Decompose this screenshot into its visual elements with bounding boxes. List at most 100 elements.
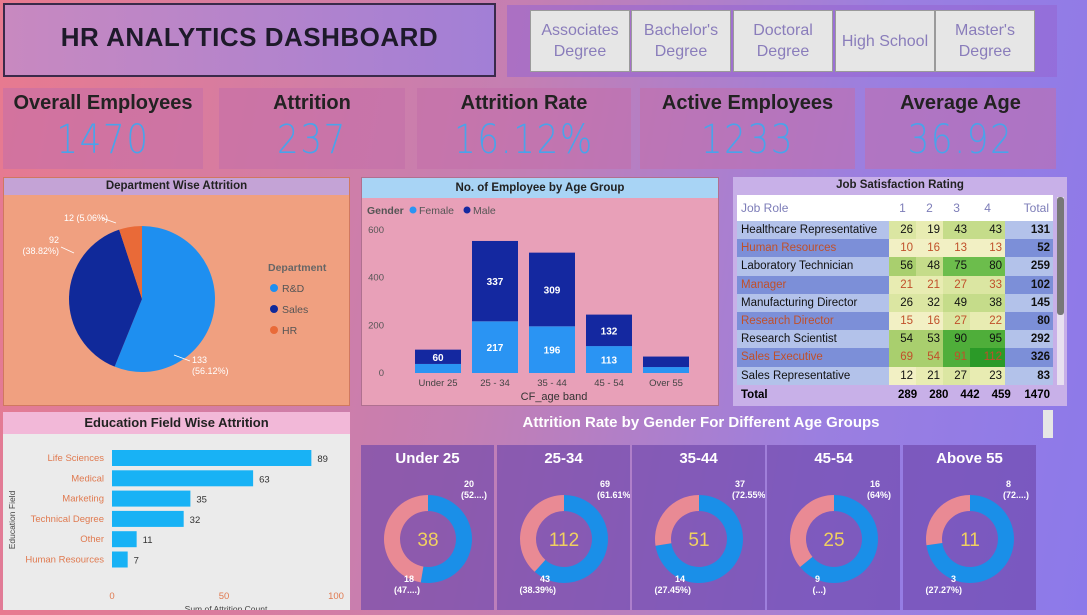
donut-data-label: 14 [675, 574, 685, 584]
donut-data-label: (61.61%) [597, 490, 630, 500]
bar-data-label: 32 [190, 515, 201, 526]
legend-label: Sales [282, 304, 308, 316]
kpi-attrition-rate: Attrition Rate 16.12% [417, 88, 631, 169]
gender-donut-chart: 11 8(72....) 3(27.27%) [925, 479, 1029, 595]
matrix-value-cell: 53 [916, 330, 944, 349]
education-bar[interactable] [112, 531, 137, 548]
education-attrition-panel: Education Field Wise Attrition Life Scie… [3, 412, 350, 614]
slicer-associates-degree[interactable]: Associates Degree [530, 10, 630, 72]
matrix-column-header[interactable]: 3 [943, 195, 971, 221]
total-label: Total [737, 385, 889, 404]
x-tick-label: 50 [219, 591, 230, 602]
x-axis-label: Sum of Attrition Count [185, 604, 268, 610]
bar-female[interactable] [643, 367, 689, 373]
donut-card: 35-44 51 37 (72.55%) 14 (27.45%) [632, 445, 769, 610]
education-bar[interactable] [112, 551, 128, 568]
scroll-handle[interactable] [1043, 410, 1053, 438]
matrix-row: Manager 21 21 27 33 102 [737, 275, 1053, 294]
matrix-scrollbar[interactable] [1057, 197, 1064, 385]
donut-data-label: (47....) [394, 585, 420, 595]
donut-data-label: 20 [464, 479, 474, 489]
bar-data-label: 217 [487, 343, 504, 354]
kpi-value: 1470 [56, 117, 150, 163]
education-bar[interactable] [112, 450, 312, 466]
legend-title: Gender [367, 205, 404, 217]
matrix-row: Laboratory Technician 56 48 75 80 259 [737, 257, 1053, 276]
matrix-value-cell: 32 [916, 293, 944, 312]
donut-data-label: 9 [815, 574, 820, 584]
department-attrition-panel: Department Wise Attrition 133 (56.12%) 92(… [3, 177, 350, 406]
bar-data-label: 113 [601, 356, 618, 367]
bar-data-label: 337 [487, 277, 504, 288]
matrix-value-cell: 38 [970, 293, 1006, 312]
matrix-column-header[interactable]: 4 [970, 195, 1006, 221]
total-value-cell: 442 [951, 385, 983, 404]
donut-data-label: 8 [1006, 479, 1011, 489]
legend-marker [270, 326, 278, 334]
matrix-value-cell: 23 [970, 366, 1006, 385]
donut-data-label: 69 [600, 479, 610, 489]
pie-data-label: 133 [192, 355, 207, 365]
donut-data-label: 43 [540, 574, 550, 584]
scrollbar-thumb[interactable] [1057, 197, 1064, 315]
slicer-bachelors-degree[interactable]: Bachelor's Degree [631, 10, 731, 72]
matrix-row: Sales Executive 69 54 91 112 326 [737, 348, 1053, 367]
legend-label: HR [282, 325, 298, 337]
donut-center-total: 112 [549, 530, 579, 551]
education-slicer: Associates Degree Bachelor's Degree Doct… [507, 5, 1057, 77]
kpi-active-employees: Active Employees 1233 [640, 88, 855, 169]
matrix-value-cell: 26 [889, 221, 917, 240]
y-tick-label: 0 [379, 368, 384, 379]
donut-center-total: 38 [417, 530, 438, 551]
x-tick-label: 25 - 34 [480, 378, 510, 389]
donut-center-total: 25 [823, 530, 844, 551]
bar-data-label: 132 [601, 326, 618, 337]
matrix-value-cell: 95 [970, 330, 1006, 349]
matrix-value-cell: 13 [970, 239, 1006, 258]
donut-center-total: 11 [960, 530, 980, 551]
legend-label: R&D [282, 283, 305, 295]
kpi-value: 16.12% [454, 117, 594, 163]
matrix-value-cell: 19 [916, 221, 944, 240]
matrix-column-header[interactable]: Total [1005, 195, 1053, 221]
education-bar[interactable] [112, 470, 254, 487]
department-pie-chart: 133(56.12%) 92(38.82%) 12 (5.06%) Departmen… [22, 213, 327, 376]
job-role-cell: Sales Executive [737, 348, 889, 367]
matrix-value-cell: 83 [1005, 366, 1053, 385]
bar-male[interactable] [643, 356, 689, 368]
legend-marker [463, 206, 471, 214]
kpi-label: Active Employees [661, 92, 834, 114]
kpi-overall-employees: Overall Employees 1470 [3, 88, 203, 169]
matrix-value-cell: 48 [916, 257, 944, 276]
legend-label: Female [419, 205, 454, 217]
matrix-column-header[interactable]: 1 [889, 195, 917, 221]
bar-female[interactable] [415, 363, 461, 373]
matrix-value-cell: 102 [1005, 275, 1053, 294]
donut-data-label: (64%) [867, 490, 891, 500]
education-bar[interactable] [112, 510, 184, 527]
matrix-value-cell: 54 [916, 348, 944, 367]
x-tick-label: Over 55 [649, 378, 683, 389]
matrix-column-header[interactable]: 2 [916, 195, 944, 221]
matrix-value-cell: 26 [889, 293, 917, 312]
matrix-value-cell: 90 [943, 330, 971, 349]
education-bar[interactable] [112, 490, 191, 507]
matrix-value-cell: 112 [970, 348, 1006, 367]
slicer-doctoral-degree[interactable]: Doctoral Degree [733, 10, 833, 72]
gender-donut-chart: 38 20(52....) 18(47....) [383, 479, 487, 595]
category-label: Human Resources [25, 555, 104, 566]
legend-title: Department [268, 262, 327, 274]
matrix-value-cell: 145 [1005, 293, 1053, 312]
matrix-row: Human Resources 10 16 13 13 52 [737, 239, 1053, 258]
slicer-high-school[interactable]: High School [835, 10, 935, 72]
kpi-value: 36.92 [907, 117, 1014, 163]
slicer-masters-degree[interactable]: Master's Degree [935, 10, 1035, 72]
donut-title: Above 55 [936, 450, 1003, 467]
matrix-column-header[interactable]: Job Role [737, 195, 889, 221]
matrix-value-cell: 33 [970, 275, 1006, 294]
matrix-value-cell: 22 [970, 311, 1006, 331]
dashboard-title: HR ANALYTICS DASHBOARD [60, 21, 439, 52]
y-tick-label: 400 [368, 273, 384, 284]
panel-title: No. of Employee by Age Group [362, 178, 718, 198]
dashboard-title-box: HR ANALYTICS DASHBOARD [3, 3, 496, 77]
